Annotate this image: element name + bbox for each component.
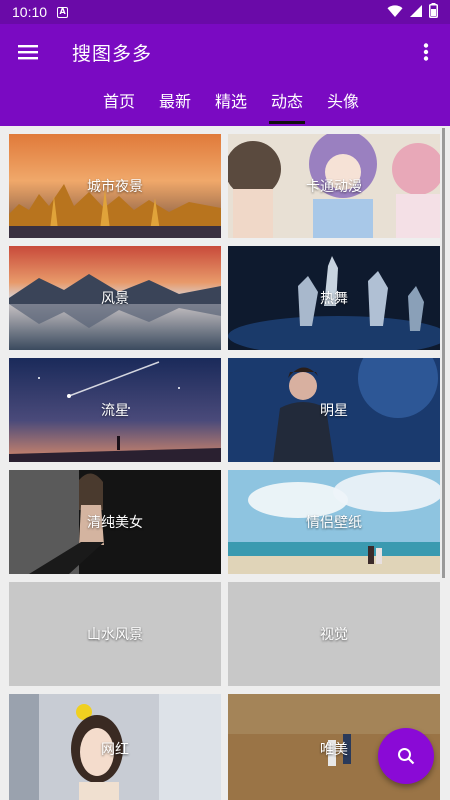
category-tile-meteor[interactable]: 流星 [9, 358, 221, 462]
tile-label: 流星 [101, 403, 129, 419]
search-icon [398, 748, 415, 765]
category-tabs: 首页 最新 精选 动态 头像 [0, 80, 450, 126]
scrollbar[interactable] [442, 128, 445, 578]
category-tile-couple[interactable]: 情侣壁纸 [228, 470, 440, 574]
category-grid: 城市夜景 卡通动漫 风景 热舞 流星 明星 清纯美女 情侣壁纸 山水风景 视觉 … [9, 134, 441, 800]
search-button[interactable] [378, 728, 434, 784]
battery-icon [429, 2, 438, 22]
category-tile-scenery[interactable]: 风景 [9, 246, 221, 350]
tile-label: 情侣壁纸 [306, 515, 362, 531]
tile-label: 城市夜景 [87, 179, 143, 195]
category-tile-influencer[interactable]: 网红 [9, 694, 221, 800]
tile-label: 清纯美女 [87, 515, 143, 531]
category-tile-pure-beauty[interactable]: 清纯美女 [9, 470, 221, 574]
more-vert-icon [423, 43, 429, 61]
tile-label: 山水风景 [87, 627, 143, 643]
tab-latest[interactable]: 最新 [157, 80, 193, 126]
status-icons [387, 2, 438, 22]
tile-label: 视觉 [320, 627, 348, 643]
tile-label: 网红 [101, 742, 129, 758]
tile-label: 明星 [320, 403, 348, 419]
category-tile-city-night[interactable]: 城市夜景 [9, 134, 221, 238]
category-tile-anime[interactable]: 卡通动漫 [228, 134, 440, 238]
menu-icon [18, 45, 38, 60]
category-tile-visual[interactable]: 视觉 [228, 582, 440, 686]
tab-dynamic[interactable]: 动态 [269, 80, 306, 126]
notification-app-icon: A [57, 6, 69, 18]
wifi-icon [387, 3, 403, 22]
status-bar: 10:10 A [0, 0, 450, 24]
tile-label: 风景 [101, 291, 129, 307]
status-time: 10:10 [12, 4, 48, 20]
category-tile-dance[interactable]: 热舞 [228, 246, 440, 350]
category-tile-celebrity[interactable]: 明星 [228, 358, 440, 462]
app-bar: 搜图多多 [0, 24, 450, 80]
tab-avatar[interactable]: 头像 [325, 80, 361, 126]
category-tile-landscape[interactable]: 山水风景 [9, 582, 221, 686]
tab-home[interactable]: 首页 [101, 80, 137, 126]
tile-label: 热舞 [320, 291, 348, 307]
signal-icon [409, 3, 423, 22]
tab-featured[interactable]: 精选 [213, 80, 249, 126]
tile-label: 卡通动漫 [306, 179, 362, 195]
more-options-button[interactable] [402, 24, 450, 80]
menu-button[interactable] [0, 24, 56, 80]
app-title: 搜图多多 [72, 42, 153, 65]
